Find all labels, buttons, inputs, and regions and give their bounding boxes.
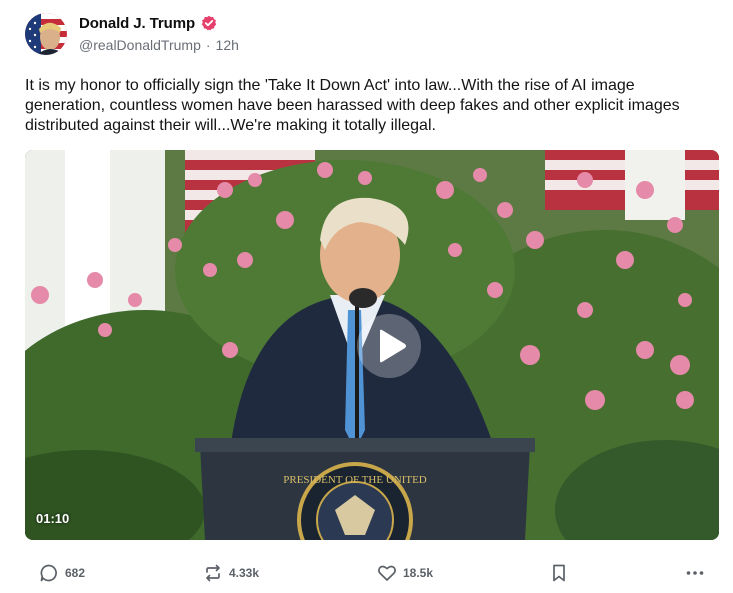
repost-count: 4.33k — [229, 566, 260, 580]
post-actions-bar: 682 4.33k 18.5k — [25, 560, 719, 586]
author-name-row: Donald J. Trump — [79, 13, 217, 33]
reply-count: 682 — [65, 566, 86, 580]
bookmark-button[interactable] — [549, 560, 569, 586]
like-count: 18.5k — [403, 566, 434, 580]
author-meta: @realDonaldTrump · 12h — [79, 37, 239, 53]
verified-badge-icon — [201, 15, 217, 31]
avatar[interactable] — [25, 13, 67, 55]
post-text: It is my honor to officially sign the 'T… — [25, 77, 680, 134]
podium-seal-text: PRESIDENT OF THE UNITED — [283, 474, 427, 486]
post-time[interactable]: 12h — [216, 37, 239, 53]
more-icon — [686, 571, 704, 575]
bookmark-icon — [553, 564, 565, 582]
display-name[interactable]: Donald J. Trump — [79, 15, 195, 32]
meta-separator: · — [205, 37, 211, 53]
reply-icon — [40, 564, 57, 582]
like-button[interactable]: 18.5k — [377, 560, 433, 586]
reply-button[interactable]: 682 — [39, 560, 85, 586]
more-options-button[interactable] — [685, 560, 705, 586]
play-icon — [380, 329, 406, 363]
video-player[interactable]: PRESIDENT OF THE UNITED 01:10 — [25, 150, 719, 540]
post-card: Donald J. Trump @realDonaldTrump · 12h I… — [0, 0, 733, 593]
repost-button[interactable]: 4.33k — [203, 560, 259, 586]
play-button[interactable] — [357, 314, 421, 378]
like-icon — [378, 565, 396, 581]
video-duration: 01:10 — [36, 511, 70, 526]
repost-icon — [206, 564, 220, 582]
handle[interactable]: @realDonaldTrump — [79, 37, 201, 53]
